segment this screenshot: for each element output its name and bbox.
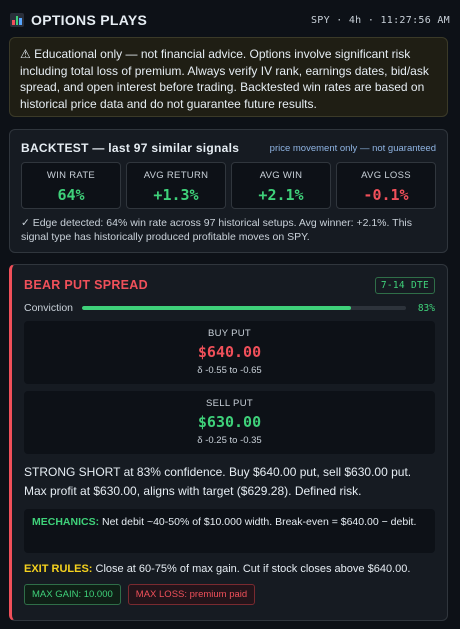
leg-delta: δ -0.55 to -0.65 [197, 365, 262, 376]
conviction-row: Conviction 83% [24, 301, 435, 315]
disclaimer-banner: ⚠ Educational only — not financial advic… [9, 37, 448, 117]
dte-badge: 7-14 DTE [374, 276, 435, 294]
sell-put-leg: SELL PUT $630.00 δ -0.25 to -0.35 [24, 391, 435, 454]
conviction-percent: 83% [417, 302, 435, 314]
mechanics-box: MECHANICS: Net debit ~40-50% of $10.000 … [24, 509, 435, 553]
stat-label: AVG WIN [259, 170, 303, 181]
leg-label: SELL PUT [206, 398, 253, 409]
leg-strike: $630.00 [197, 413, 262, 431]
disclaimer-text: ⚠ Educational only — not financial advic… [20, 47, 429, 111]
leg-label: BUY PUT [207, 328, 252, 339]
stat-label: AVG RETURN [143, 170, 209, 181]
ticker-meta: SPY · 4h · 11:27:56 AM [310, 14, 450, 26]
exit-label: EXIT RULES: [24, 563, 93, 575]
conviction-label: Conviction [24, 302, 74, 314]
panel-header: OPTIONS PLAYS SPY · 4h · 11:27:56 AM [10, 10, 450, 30]
mechanics-text: Net debit ~40-50% of $10.000 width. Brea… [99, 516, 417, 528]
stat-label: WIN RATE [46, 170, 96, 181]
leg-strike: $640.00 [197, 343, 262, 361]
stat-value: -0.1% [363, 186, 409, 204]
exit-text: Close at 60-75% of max gain. Cut if stoc… [92, 563, 411, 575]
stat-value: +1.3% [153, 186, 199, 204]
stat-avg-win: AVG WIN +2.1% [231, 162, 331, 209]
stat-avg-return: AVG RETURN +1.3% [126, 162, 226, 209]
backtest-title: BACKTEST — last 97 similar signals [21, 141, 240, 155]
stat-win-rate: WIN RATE 64% [21, 162, 121, 209]
leg-delta: δ -0.25 to -0.35 [197, 435, 262, 446]
stat-value: +2.1% [258, 186, 304, 204]
edge-text: ✓ Edge detected: 64% win rate across 97 … [21, 217, 412, 243]
stat-value: 64% [57, 186, 85, 204]
stat-label: AVG LOSS [361, 170, 411, 181]
stat-avg-loss: AVG LOSS -0.1% [336, 162, 436, 209]
buy-put-leg: BUY PUT $640.00 δ -0.55 to -0.65 [24, 321, 435, 384]
conviction-bar [82, 306, 406, 310]
mechanics-label: MECHANICS: [32, 516, 100, 528]
max-loss-badge: MAX LOSS: premium paid [127, 584, 256, 605]
panel-title: OPTIONS PLAYS [31, 12, 148, 28]
backtest-panel: BACKTEST — last 97 similar signals price… [9, 129, 448, 253]
backtest-note: price movement only — not guaranteed [269, 142, 436, 154]
conviction-fill [82, 306, 351, 310]
trade-summary: STRONG SHORT at 83% confidence. Buy $640… [24, 465, 412, 498]
max-gain-badge: MAX GAIN: 10.000 [24, 584, 121, 605]
spread-card: BEAR PUT SPREAD 7-14 DTE Conviction 83% … [9, 264, 448, 621]
bar-chart-icon [10, 13, 24, 27]
exit-rules: EXIT RULES: Close at 60-75% of max gain.… [24, 562, 435, 576]
spread-title: BEAR PUT SPREAD [24, 278, 148, 292]
